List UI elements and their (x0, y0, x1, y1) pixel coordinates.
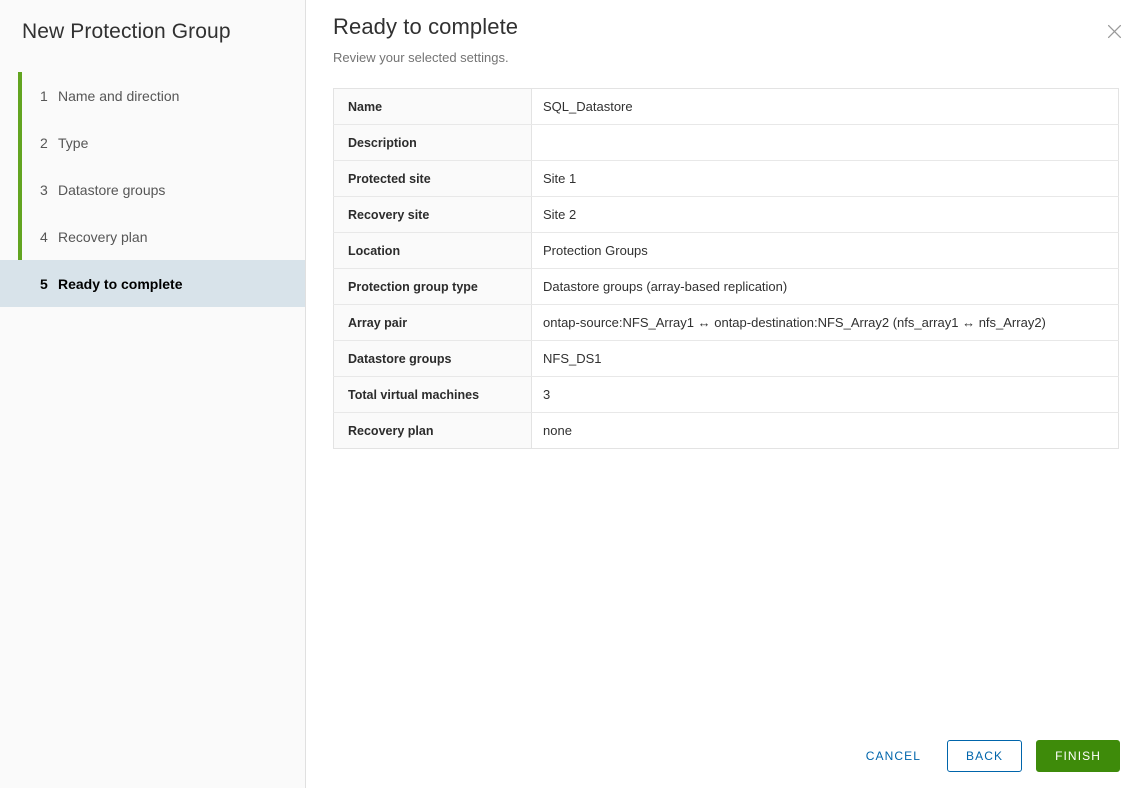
summary-row: Protection group type Datastore groups (a… (333, 268, 1119, 305)
summary-row: Array pair ontap-source:NFS_Array1 ↔ onta… (333, 304, 1119, 341)
summary-row-label: Location (333, 232, 532, 269)
new-protection-group-wizard: New Protection Group 1 Name and direction… (0, 0, 1136, 788)
step-label: Datastore groups (58, 181, 166, 198)
summary-row-value: Datastore groups (array-based replicatio… (531, 268, 1119, 305)
summary-row: Recovery plan none (333, 412, 1119, 449)
summary-row-label: Recovery site (333, 196, 532, 233)
summary-row-value: NFS_DS1 (531, 340, 1119, 377)
summary-row-value: SQL_Datastore (531, 88, 1119, 125)
summary-row-label: Description (333, 124, 532, 161)
summary-row-label: Protected site (333, 160, 532, 197)
sidebar-step-ready-to-complete[interactable]: 5 Ready to complete (0, 260, 305, 307)
summary-row-label: Protection group type (333, 268, 532, 305)
step-label: Recovery plan (58, 228, 148, 245)
step-label: Ready to complete (58, 275, 183, 292)
step-number: 3 (40, 181, 48, 198)
summary-section: Name SQL_Datastore Description Protected si… (306, 67, 1136, 449)
summary-row-value (531, 124, 1119, 161)
summary-row-value: Protection Groups (531, 232, 1119, 269)
summary-row-value: 3 (531, 376, 1119, 413)
finish-button[interactable]: FINISH (1036, 740, 1120, 772)
summary-table: Name SQL_Datastore Description Protected si… (333, 88, 1119, 449)
summary-row-value: none (531, 412, 1119, 449)
summary-row: Location Protection Groups (333, 232, 1119, 269)
summary-row-value: Site 1 (531, 160, 1119, 197)
summary-row-label: Name (333, 88, 532, 125)
wizard-footer: CANCEL BACK FINISH (306, 724, 1136, 788)
close-icon[interactable] (1101, 18, 1127, 44)
step-label: Name and direction (58, 87, 180, 104)
wizard-steps: 1 Name and direction 2 Type 3 Datastore group… (0, 72, 305, 307)
page-subtitle: Review your selected settings. (333, 50, 509, 65)
step-label: Type (58, 134, 89, 151)
page-title: Ready to complete (333, 14, 519, 39)
back-button[interactable]: BACK (946, 740, 1023, 772)
step-number: 4 (40, 228, 48, 245)
sidebar-step-name-and-direction[interactable]: 1 Name and direction (0, 72, 305, 119)
wizard-title: New Protection Group (22, 20, 231, 43)
step-number: 5 (40, 275, 48, 292)
step-number: 2 (40, 134, 48, 151)
sidebar-step-recovery-plan[interactable]: 4 Recovery plan (0, 213, 305, 260)
summary-row-label: Recovery plan (333, 412, 532, 449)
sidebar-step-type[interactable]: 2 Type (0, 119, 305, 166)
summary-row: Recovery site Site 2 (333, 196, 1119, 233)
step-number: 1 (40, 87, 48, 104)
summary-row-label: Total virtual machines (333, 376, 532, 413)
summary-row: Name SQL_Datastore (333, 88, 1119, 125)
summary-row: Total virtual machines 3 (333, 376, 1119, 413)
summary-row: Description (333, 124, 1119, 161)
summary-row-value: ontap-source:NFS_Array1 ↔ ontap-destinat… (531, 304, 1119, 341)
wizard-main-panel: Ready to complete Review your selected s… (306, 0, 1136, 788)
wizard-sidebar: New Protection Group 1 Name and direction… (0, 0, 306, 788)
page-header: Ready to complete Review your selected s… (306, 0, 1136, 67)
summary-row-label: Datastore groups (333, 340, 532, 377)
cancel-button[interactable]: CANCEL (850, 740, 937, 772)
summary-row: Protected site Site 1 (333, 160, 1119, 197)
summary-row: Datastore groups NFS_DS1 (333, 340, 1119, 377)
summary-row-label: Array pair (333, 304, 532, 341)
summary-row-value: Site 2 (531, 196, 1119, 233)
sidebar-step-datastore-groups[interactable]: 3 Datastore groups (0, 166, 305, 213)
